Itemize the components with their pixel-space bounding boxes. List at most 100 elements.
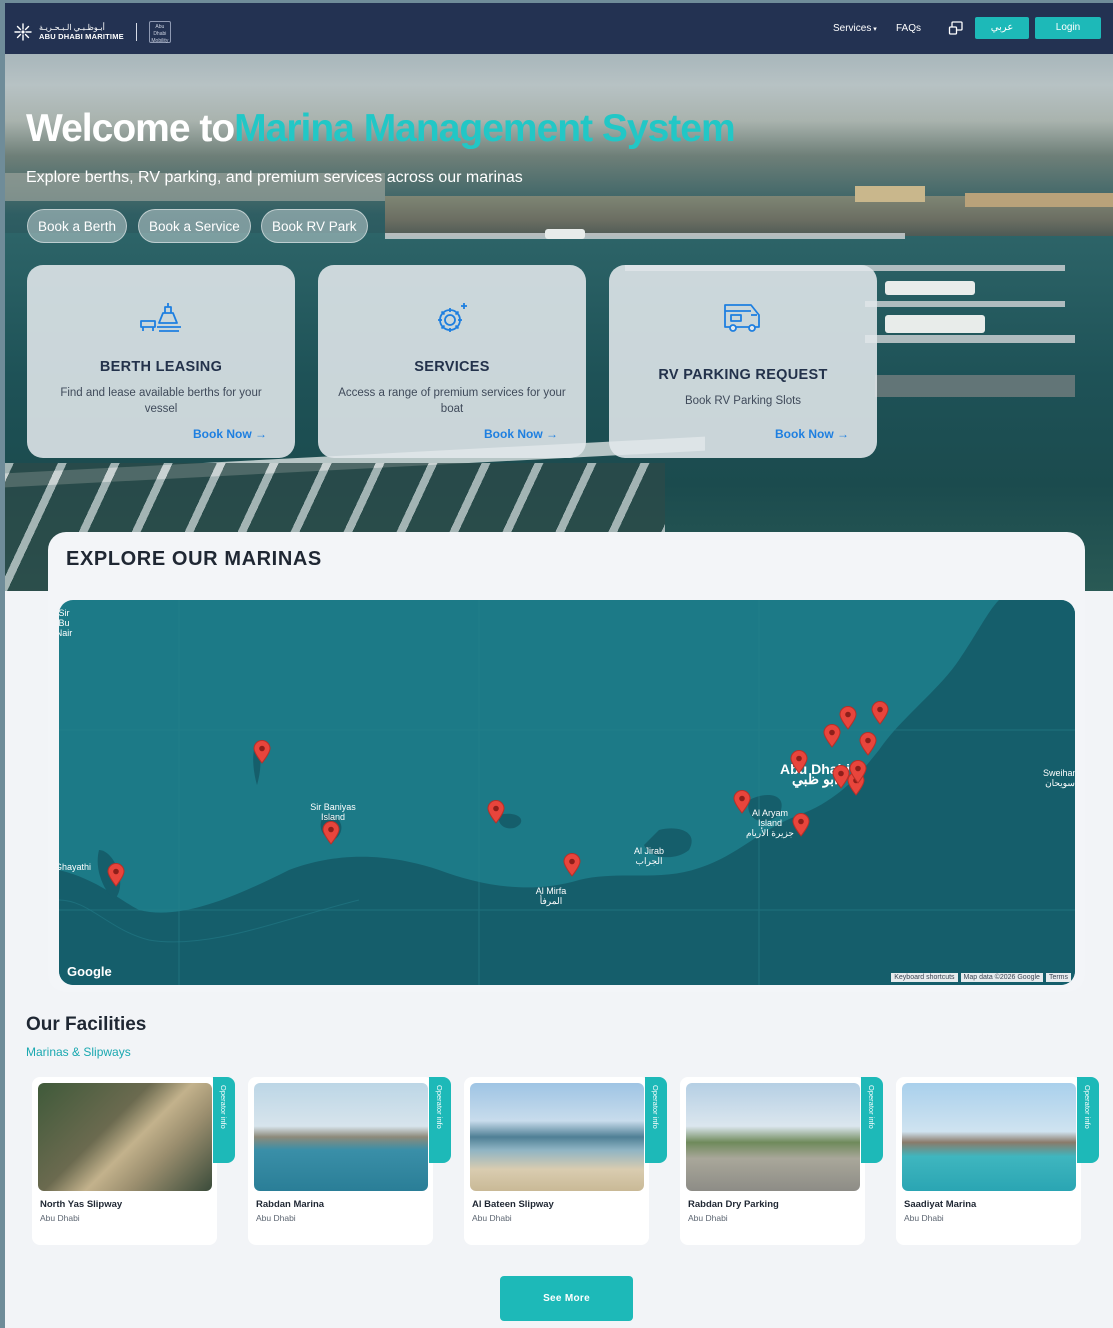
rv-book-now-link[interactable]: Book Now → (775, 427, 849, 441)
map-label-sweihan: Sweihan سويحان (1043, 768, 1075, 788)
arrow-right-icon: → (837, 427, 850, 441)
marina-pin-icon[interactable] (792, 813, 810, 837)
facility-name: North Yas Slipway (40, 1199, 123, 1210)
map-label-al-aryam-ar: جزيرة الأريام (745, 828, 794, 838)
abu-dhabi-mobility-logo: Abu Dhabi Mobility (148, 21, 171, 44)
facility-card[interactable]: Operator info Rabdan Dry Parking Abu Dha… (680, 1077, 883, 1245)
logo-arabic-text: أبـوظـبـي الـبـحـريـة (39, 23, 105, 32)
marina-pin-icon[interactable] (839, 706, 857, 730)
facility-card[interactable]: Operator info Saadiyat Marina Abu Dhabi (896, 1077, 1099, 1245)
explore-marinas-title: EXPLORE OUR MARINAS (66, 548, 322, 570)
nav-faqs-link[interactable]: FAQs (896, 23, 921, 34)
facility-location: Abu Dhabi (256, 1213, 296, 1223)
gear-sparkle-icon (430, 299, 474, 335)
marina-pin-icon[interactable] (322, 821, 340, 845)
map-label-edge-mid: Ghayathi (59, 862, 92, 872)
berth-book-now-link[interactable]: Book Now → (193, 427, 267, 441)
see-more-button[interactable]: See More (500, 1276, 633, 1321)
services-title: SERVICES (414, 359, 490, 375)
operator-info-tab[interactable]: Operator info (645, 1077, 667, 1163)
facility-image (470, 1083, 644, 1191)
map-label-al-mirfa-ar: المرفأ (539, 896, 563, 906)
map-label-al-jirab-ar: الجراب (635, 856, 663, 866)
hero-background-pier (875, 375, 1075, 397)
logo-english-text: ABU DHABI MARITIME (39, 32, 124, 41)
berth-leasing-description: Find and lease available berths for your… (60, 387, 262, 415)
chevron-down-icon: ▾ (871, 26, 877, 33)
operator-info-tab[interactable]: Operator info (429, 1077, 451, 1163)
facilities-title: Our Facilities (26, 1014, 147, 1035)
facility-image (902, 1083, 1076, 1191)
book-now-label: Book Now (484, 427, 543, 441)
page: أبـوظـبـي الـبـحـريـة ABU DHABI MARITIME… (5, 3, 1113, 1328)
services-description: Access a range of premium services for y… (338, 387, 566, 415)
login-button[interactable]: Login (1035, 17, 1101, 39)
facility-card[interactable]: Operator info North Yas Slipway Abu Dhab… (32, 1077, 235, 1245)
facility-location: Abu Dhabi (472, 1213, 512, 1223)
hero-subtitle: Explore berths, RV parking, and premium … (26, 169, 523, 186)
rv-parking-description: Book RV Parking Slots (684, 395, 802, 407)
abu-dhabi-maritime-logo[interactable]: أبـوظـبـي الـبـحـريـة ABU DHABI MARITIME… (13, 21, 171, 44)
rv-icon (721, 299, 765, 335)
operator-info-tab[interactable]: Operator info (213, 1077, 235, 1163)
marina-pin-icon[interactable] (871, 701, 889, 725)
screen-share-icon[interactable] (948, 20, 964, 36)
berth-icon (139, 299, 183, 335)
hero-title: Welcome toMarina Management System (26, 107, 736, 151)
operator-info-label: Operator info (219, 1085, 228, 1129)
marina-pin-icon[interactable] (849, 760, 867, 784)
facility-name: Rabdan Dry Parking (688, 1199, 779, 1210)
logo-text: أبـوظـبـي الـبـحـريـة ABU DHABI MARITIME (39, 23, 124, 41)
operator-info-tab[interactable]: Operator info (861, 1077, 883, 1163)
facility-image (686, 1083, 860, 1191)
google-logo: Google (67, 964, 112, 979)
map-data-attribution: Map data ©2026 Google (960, 973, 1043, 982)
marinas-map[interactable]: Sir Bu Nair Ghayathi Sir Baniyas Island … (59, 600, 1075, 985)
arrow-right-icon: → (255, 427, 268, 441)
top-navbar: أبـوظـبـي الـبـحـريـة ABU DHABI MARITIME… (5, 3, 1113, 54)
nav-services-dropdown[interactable]: Services ▾ (833, 23, 877, 34)
marina-pin-icon[interactable] (107, 863, 125, 887)
facility-location: Abu Dhabi (688, 1213, 728, 1223)
facility-name: Rabdan Marina (256, 1199, 325, 1210)
hero-background-boat (885, 315, 985, 333)
hero-background-building (965, 193, 1113, 207)
hero-title-accent: Marina Management System (234, 107, 736, 150)
berth-leasing-card[interactable]: BERTH LEASING Find and lease available b… (27, 265, 295, 458)
map-label-sir-baniyas: Sir Baniyas Island (310, 802, 356, 822)
hero-title-prefix: Welcome to (26, 107, 235, 150)
map-label-al-mirfa: Al Mirfa المرفأ (529, 886, 573, 906)
rv-parking-title: RV PARKING REQUEST (658, 367, 828, 383)
marina-pin-icon[interactable] (563, 853, 581, 877)
keyboard-shortcuts-link[interactable]: Keyboard shortcuts (891, 973, 958, 982)
operator-info-label: Operator info (435, 1085, 444, 1129)
hero-background-boat (885, 281, 975, 295)
services-book-now-link[interactable]: Book Now → (484, 427, 558, 441)
marina-pin-icon[interactable] (487, 800, 505, 824)
hero-background-pier (865, 301, 1065, 307)
facility-location: Abu Dhabi (40, 1213, 80, 1223)
explore-marinas-section: EXPLORE OUR MARINAS Sir Bu Nair Ghayathi… (48, 532, 1085, 992)
marina-pin-icon[interactable] (253, 740, 271, 764)
map-label-al-jirab: Al Jirab الجراب (625, 846, 673, 866)
book-berth-pill[interactable]: Book a Berth (27, 209, 128, 243)
facility-card[interactable]: Operator info Al Bateen Slipway Abu Dhab… (464, 1077, 667, 1245)
operator-info-label: Operator info (651, 1085, 660, 1129)
map-label-sweihan-en: Sweihan (1043, 768, 1075, 778)
facilities-subtitle: Marinas & Slipways (26, 1045, 131, 1059)
book-rv-park-pill[interactable]: Book RV Park (261, 209, 368, 243)
map-label-edge-top: Sir Bu Nair (59, 608, 73, 638)
terms-link[interactable]: Terms (1045, 973, 1071, 982)
rv-parking-card[interactable]: RV PARKING REQUEST Book RV Parking Slots… (609, 265, 877, 458)
services-card[interactable]: SERVICES Access a range of premium servi… (318, 265, 586, 458)
facility-card[interactable]: Operator info Rabdan Marina Abu Dhabi (248, 1077, 451, 1245)
marina-pin-icon[interactable] (859, 732, 877, 756)
marina-pin-icon[interactable] (790, 750, 808, 774)
marina-pin-icon[interactable] (733, 790, 751, 814)
book-service-pill[interactable]: Book a Service (138, 209, 251, 243)
facility-location: Abu Dhabi (904, 1213, 944, 1223)
hero-background-pier (865, 335, 1075, 343)
operator-info-tab[interactable]: Operator info (1077, 1077, 1099, 1163)
language-toggle-button[interactable]: عربي (975, 17, 1029, 39)
nav-services-label: Services (833, 23, 872, 34)
